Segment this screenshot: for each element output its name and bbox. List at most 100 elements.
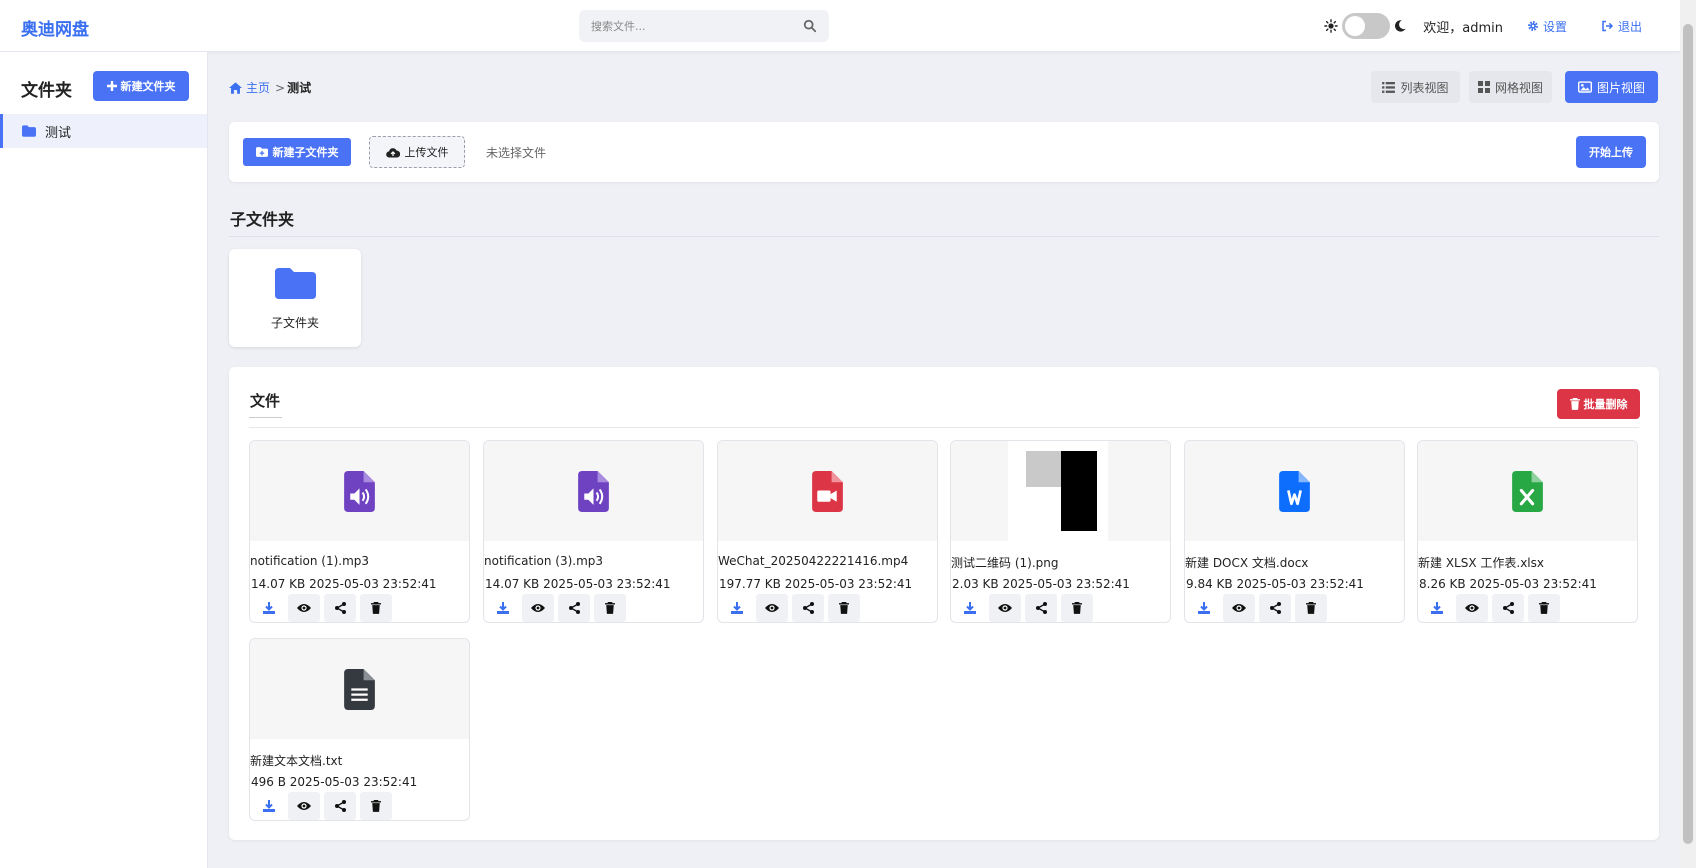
delete-button[interactable]: [360, 792, 392, 820]
file-name: 新建 DOCX 文档.docx: [1185, 556, 1309, 570]
delete-button[interactable]: [360, 594, 392, 622]
new-folder-label: 新建文件夹: [120, 80, 176, 93]
share-button[interactable]: [1025, 594, 1057, 622]
breadcrumb-home-label: 主页: [246, 81, 271, 95]
preview-button[interactable]: [288, 792, 320, 820]
download-button[interactable]: [256, 792, 282, 820]
file-card[interactable]: 新建 XLSX 工作表.xlsx 8.26 KB 2025-05-03 23:5…: [1417, 440, 1638, 623]
start-upload-button[interactable]: 开始上传: [1576, 136, 1646, 168]
file-name: 新建文本文档.txt: [250, 754, 343, 768]
share-icon: [1269, 602, 1281, 614]
home-icon: [229, 81, 242, 94]
search-input[interactable]: [579, 10, 789, 42]
subfolders-title: 子文件夹: [230, 210, 295, 229]
plus-icon: [106, 81, 117, 91]
share-button[interactable]: [324, 792, 356, 820]
search-icon[interactable]: [803, 19, 817, 33]
delete-button[interactable]: [594, 594, 626, 622]
file-card[interactable]: 新建文本文档.txt 496 B 2025-05-03 23:52:41: [249, 638, 470, 821]
gear-icon: [1528, 21, 1538, 31]
logout-link[interactable]: 退出: [1601, 18, 1642, 35]
upload-panel: 新建子文件夹 上传文件 未选择文件 开始上传: [229, 122, 1659, 182]
eye-icon: [765, 604, 779, 612]
preview-button[interactable]: [522, 594, 554, 622]
subfolder-card[interactable]: 子文件夹: [229, 249, 361, 347]
share-button[interactable]: [558, 594, 590, 622]
share-button[interactable]: [1259, 594, 1291, 622]
batch-delete-button[interactable]: 批量删除: [1557, 389, 1640, 419]
download-button[interactable]: [256, 594, 282, 622]
welcome-text: 欢迎，admin: [1423, 20, 1503, 36]
share-icon: [1502, 602, 1514, 614]
download-button[interactable]: [724, 594, 750, 622]
sidebar-title: 文件夹: [21, 81, 72, 101]
trash-icon: [839, 602, 849, 614]
file-actions: [1424, 594, 1564, 622]
download-icon: [263, 602, 275, 614]
trash-icon: [1569, 398, 1580, 410]
preview-button[interactable]: [288, 594, 320, 622]
download-button[interactable]: [1424, 594, 1450, 622]
download-icon: [1198, 602, 1210, 614]
preview-button[interactable]: [989, 594, 1021, 622]
new-folder-button[interactable]: 新建文件夹: [93, 71, 189, 101]
eye-icon: [297, 604, 311, 612]
file-meta: 14.07 KB 2025-05-03 23:52:41: [251, 577, 437, 591]
new-subfolder-button[interactable]: 新建子文件夹: [243, 138, 351, 166]
delete-button[interactable]: [1528, 594, 1560, 622]
file-card[interactable]: notification (1).mp3 14.07 KB 2025-05-03…: [249, 440, 470, 623]
share-button[interactable]: [324, 594, 356, 622]
files-title: 文件: [250, 392, 281, 410]
breadcrumb-home[interactable]: 主页: [229, 79, 270, 96]
download-button[interactable]: [490, 594, 516, 622]
trash-icon: [605, 602, 615, 614]
sidebar-item-test[interactable]: 测试: [0, 114, 207, 148]
file-card[interactable]: 测试二维码 (1).png 2.03 KB 2025-05-03 23:52:4…: [950, 440, 1171, 623]
file-meta: 9.84 KB 2025-05-03 23:52:41: [1186, 577, 1364, 591]
grid-view-button[interactable]: 网格视图: [1469, 71, 1552, 103]
file-card[interactable]: notification (3).mp3 14.07 KB 2025-05-03…: [483, 440, 704, 623]
file-meta: 197.77 KB 2025-05-03 23:52:41: [719, 577, 913, 591]
delete-button[interactable]: [1295, 594, 1327, 622]
file-thumbnail: [250, 639, 469, 739]
download-icon: [497, 602, 509, 614]
no-file-chosen-text: 未选择文件: [486, 146, 547, 160]
share-button[interactable]: [1492, 594, 1524, 622]
vertical-scrollbar[interactable]: [1680, 0, 1696, 868]
logout-label: 退出: [1617, 19, 1642, 34]
image-view-button[interactable]: 图片视图: [1565, 71, 1658, 103]
list-view-label: 列表视图: [1400, 80, 1449, 95]
moon-icon: [1395, 20, 1406, 32]
scrollbar-thumb[interactable]: [1683, 24, 1693, 844]
divider: [249, 427, 1639, 428]
file-card[interactable]: 新建 DOCX 文档.docx 9.84 KB 2025-05-03 23:52…: [1184, 440, 1405, 623]
download-icon: [263, 800, 275, 812]
file-meta: 496 B 2025-05-03 23:52:41: [251, 775, 418, 789]
file-thumbnail: [1418, 441, 1637, 541]
upload-file-button[interactable]: 上传文件: [369, 136, 465, 168]
sidebar-item-label: 测试: [45, 125, 72, 141]
file-card[interactable]: WeChat_20250422221416.mp4 197.77 KB 2025…: [717, 440, 938, 623]
preview-button[interactable]: [1223, 594, 1255, 622]
download-button[interactable]: [1191, 594, 1217, 622]
file-actions: [724, 594, 864, 622]
delete-button[interactable]: [828, 594, 860, 622]
title-underline: [249, 417, 282, 418]
file-actions: [256, 594, 396, 622]
delete-button[interactable]: [1061, 594, 1093, 622]
subfolder-name: 子文件夹: [270, 316, 319, 330]
theme-toggle[interactable]: [1342, 13, 1391, 39]
eye-icon: [1232, 604, 1246, 612]
download-button[interactable]: [957, 594, 983, 622]
trash-icon: [1072, 602, 1082, 614]
download-icon: [1431, 602, 1443, 614]
file-name: 新建 XLSX 工作表.xlsx: [1418, 556, 1544, 570]
file-name: 测试二维码 (1).png: [951, 556, 1059, 570]
preview-button[interactable]: [756, 594, 788, 622]
brand-logo[interactable]: 奥迪网盘: [21, 15, 89, 40]
share-button[interactable]: [792, 594, 824, 622]
list-view-button[interactable]: 列表视图: [1371, 71, 1460, 103]
eye-icon: [1465, 604, 1479, 612]
preview-button[interactable]: [1456, 594, 1488, 622]
settings-link[interactable]: 设置: [1527, 18, 1567, 35]
